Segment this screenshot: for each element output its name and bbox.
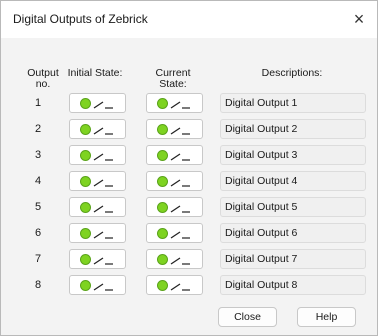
output-number: 5 bbox=[34, 201, 42, 213]
switch-contact-icon bbox=[93, 179, 113, 187]
help-button[interactable]: Help bbox=[297, 307, 356, 327]
status-led-icon bbox=[157, 98, 168, 109]
switch-contact-icon bbox=[170, 205, 190, 213]
output-number: 8 bbox=[34, 279, 42, 291]
switch-contact-icon bbox=[93, 153, 113, 161]
table-row: 5 Digital Output 5 bbox=[1, 197, 377, 219]
status-led-icon bbox=[157, 150, 168, 161]
current-state-toggle[interactable] bbox=[146, 275, 203, 295]
description-field[interactable]: Digital Output 7 bbox=[220, 249, 366, 269]
table-row: 6 Digital Output 6 bbox=[1, 223, 377, 245]
current-state-toggle[interactable] bbox=[146, 249, 203, 269]
description-field[interactable]: Digital Output 5 bbox=[220, 197, 366, 217]
switch-contact-icon bbox=[170, 179, 190, 187]
initial-state-toggle[interactable] bbox=[69, 249, 126, 269]
output-number: 6 bbox=[34, 227, 42, 239]
status-led-icon bbox=[157, 124, 168, 135]
output-number: 2 bbox=[34, 123, 42, 135]
current-state-toggle[interactable] bbox=[146, 119, 203, 139]
table-row: 2 Digital Output 2 bbox=[1, 119, 377, 141]
output-number: 3 bbox=[34, 149, 42, 161]
table-row: 3 Digital Output 3 bbox=[1, 145, 377, 167]
close-button[interactable]: Close bbox=[218, 307, 277, 327]
switch-contact-icon bbox=[93, 283, 113, 291]
switch-contact-icon bbox=[93, 257, 113, 265]
switch-contact-icon bbox=[170, 101, 190, 109]
current-state-toggle[interactable] bbox=[146, 223, 203, 243]
initial-state-toggle[interactable] bbox=[69, 275, 126, 295]
switch-contact-icon bbox=[170, 283, 190, 291]
initial-state-toggle[interactable] bbox=[69, 197, 126, 217]
initial-state-toggle[interactable] bbox=[69, 223, 126, 243]
table-row: 7 Digital Output 7 bbox=[1, 249, 377, 271]
status-led-icon bbox=[157, 228, 168, 239]
switch-contact-icon bbox=[170, 153, 190, 161]
status-led-icon bbox=[157, 280, 168, 291]
status-led-icon bbox=[80, 280, 91, 291]
switch-contact-icon bbox=[93, 231, 113, 239]
close-icon[interactable]: × bbox=[345, 6, 373, 32]
dialog-title: Digital Outputs of Zebrick bbox=[13, 12, 148, 26]
table-row: 4 Digital Output 4 bbox=[1, 171, 377, 193]
status-led-icon bbox=[157, 202, 168, 213]
description-field[interactable]: Digital Output 3 bbox=[220, 145, 366, 165]
status-led-icon bbox=[80, 176, 91, 187]
switch-contact-icon bbox=[93, 205, 113, 213]
output-number: 7 bbox=[34, 253, 42, 265]
switch-contact-icon bbox=[93, 127, 113, 135]
current-state-toggle[interactable] bbox=[146, 93, 203, 113]
output-number: 4 bbox=[34, 175, 42, 187]
initial-state-toggle[interactable] bbox=[69, 171, 126, 191]
current-state-toggle[interactable] bbox=[146, 197, 203, 217]
digital-outputs-dialog: Digital Outputs of Zebrick × Output no. … bbox=[0, 0, 378, 336]
header-output-no: Output no. bbox=[22, 68, 64, 90]
header-initial-state: Initial State: bbox=[67, 67, 123, 79]
output-number: 1 bbox=[34, 97, 42, 109]
status-led-icon bbox=[80, 254, 91, 265]
switch-contact-icon bbox=[170, 231, 190, 239]
switch-contact-icon bbox=[93, 101, 113, 109]
switch-contact-icon bbox=[170, 257, 190, 265]
header-current-line2: State: bbox=[159, 78, 187, 90]
status-led-icon bbox=[80, 150, 91, 161]
initial-state-toggle[interactable] bbox=[69, 119, 126, 139]
description-field[interactable]: Digital Output 6 bbox=[220, 223, 366, 243]
status-led-icon bbox=[157, 254, 168, 265]
header-current-state: Current State: bbox=[145, 68, 201, 90]
header-output-no-line2: no. bbox=[35, 78, 51, 90]
current-state-toggle[interactable] bbox=[146, 145, 203, 165]
status-led-icon bbox=[80, 124, 91, 135]
status-led-icon bbox=[80, 202, 91, 213]
description-field[interactable]: Digital Output 8 bbox=[220, 275, 366, 295]
switch-contact-icon bbox=[170, 127, 190, 135]
initial-state-toggle[interactable] bbox=[69, 145, 126, 165]
description-field[interactable]: Digital Output 1 bbox=[220, 93, 366, 113]
status-led-icon bbox=[80, 228, 91, 239]
current-state-toggle[interactable] bbox=[146, 171, 203, 191]
description-field[interactable]: Digital Output 4 bbox=[220, 171, 366, 191]
description-field[interactable]: Digital Output 2 bbox=[220, 119, 366, 139]
header-descriptions: Descriptions: bbox=[261, 67, 323, 79]
title-bar: Digital Outputs of Zebrick × bbox=[1, 1, 377, 38]
table-row: 8 Digital Output 8 bbox=[1, 275, 377, 297]
status-led-icon bbox=[80, 98, 91, 109]
status-led-icon bbox=[157, 176, 168, 187]
initial-state-toggle[interactable] bbox=[69, 93, 126, 113]
table-row: 1 Digital Output 1 bbox=[1, 93, 377, 115]
